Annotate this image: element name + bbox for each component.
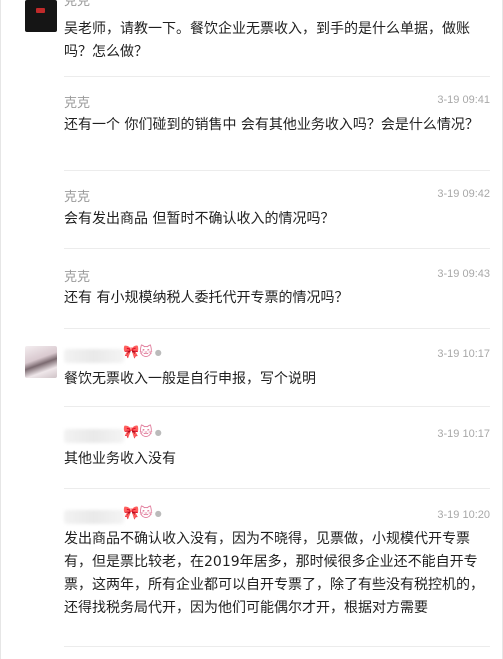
message-divider xyxy=(64,76,490,77)
sender-name-redacted xyxy=(64,510,124,524)
avatar[interactable] xyxy=(25,0,57,32)
sender-emoji: 🎀🐱 ● xyxy=(123,506,162,521)
message-text: 其他业务收入没有 xyxy=(64,451,176,467)
message-text: 发出商品不确认收入没有，因为不晓得，见票做，小规模代开专票有，但是票比较老，在2… xyxy=(64,531,484,616)
message-divider xyxy=(64,248,490,249)
message-text: 吴老师，请教一下。餐饮企业无票收入，到手的是什么单据，做账吗？怎么做？ xyxy=(64,21,470,60)
message-time: 3-19 09:42 xyxy=(437,188,490,200)
sender-name: 克克 xyxy=(64,270,91,285)
sender-emoji: 🎀🐱 ● xyxy=(123,345,162,360)
message-time: 3-19 09:43 xyxy=(437,268,490,280)
message-divider xyxy=(64,406,490,407)
avatar[interactable] xyxy=(25,346,57,378)
message-text: 还有 有小规模纳税人委托代开专票的情况吗？ xyxy=(64,290,349,306)
sender-emoji: 🎀🐱 ● xyxy=(123,425,162,440)
message-time: 3-19 09:41 xyxy=(437,94,490,106)
message-divider xyxy=(64,328,490,329)
message-text: 餐饮无票收入一般是自行申报，写个说明 xyxy=(64,371,316,387)
chat-history-panel: 克克 吴老师，请教一下。餐饮企业无票收入，到手的是什么单据，做账吗？怎么做？ 克… xyxy=(0,0,503,659)
sender-name: 克克 xyxy=(64,0,91,9)
message-text: 会有发出商品 但暂时不确认收入的情况吗？ xyxy=(64,211,335,227)
message-divider xyxy=(64,488,490,489)
message-time: 3-19 10:17 xyxy=(437,348,490,360)
message-divider xyxy=(64,646,490,647)
sender-name-redacted xyxy=(64,429,124,443)
sender-name: 克克 xyxy=(64,190,91,205)
message-time: 3-19 10:17 xyxy=(437,428,490,440)
message-divider xyxy=(64,170,490,171)
message-text: 还有一个 你们碰到的销售中 会有其他业务收入吗？会是什么情况？ xyxy=(64,117,479,133)
sender-name: 克克 xyxy=(64,96,91,111)
sender-name-redacted xyxy=(64,349,124,363)
message-time: 3-19 10:20 xyxy=(437,509,490,521)
